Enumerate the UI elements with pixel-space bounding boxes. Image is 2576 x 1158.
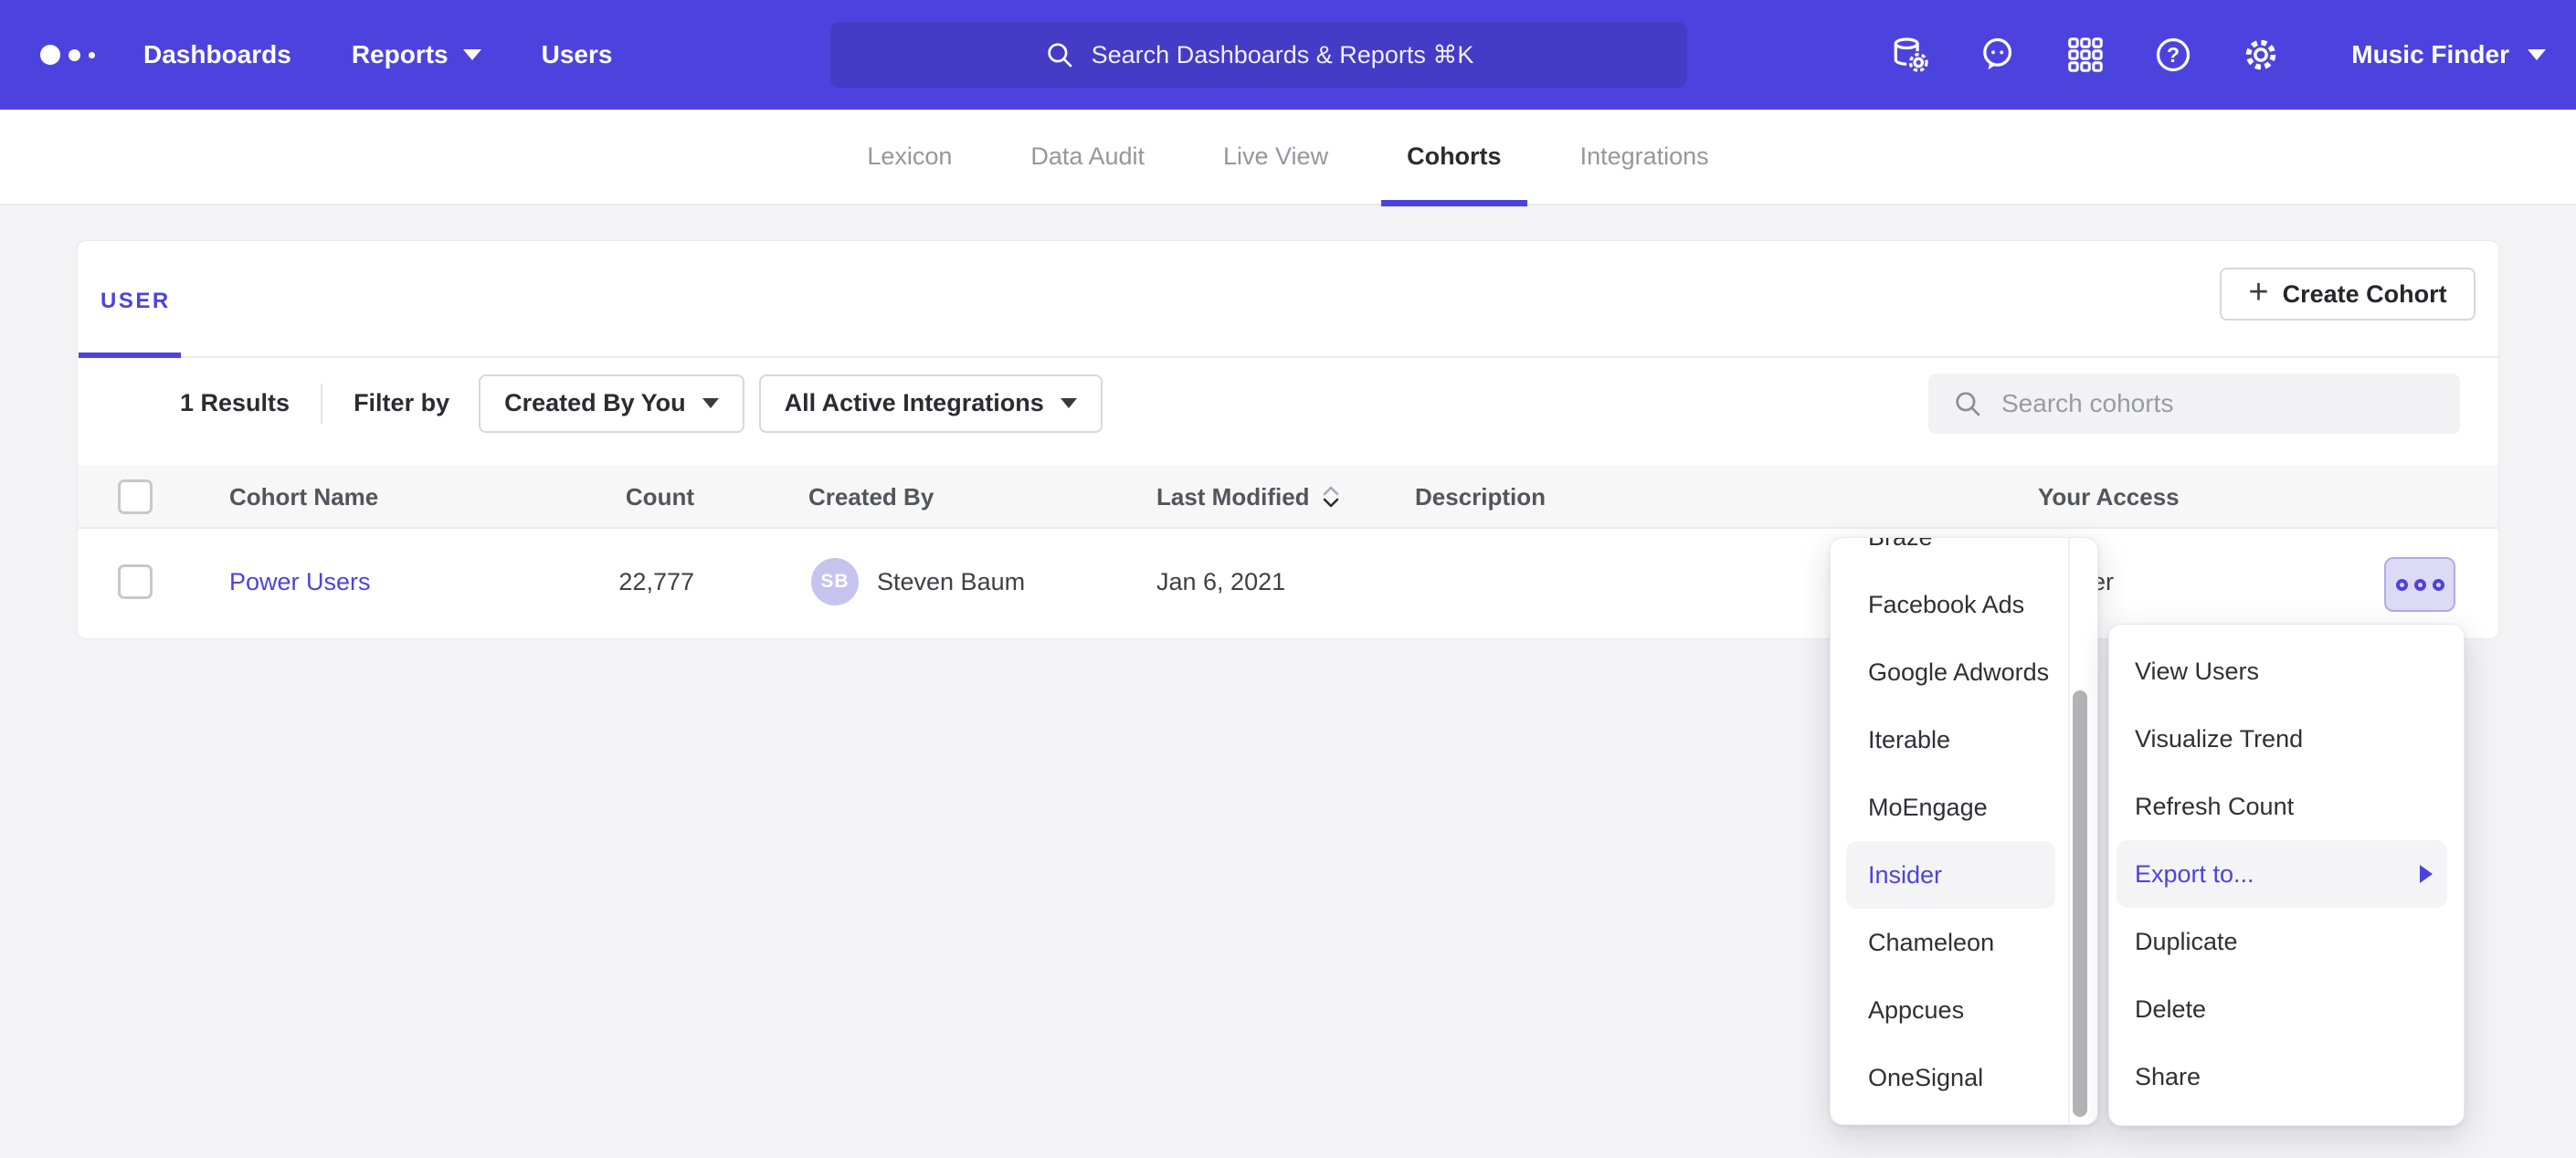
cohort-search-input[interactable] [2001,389,2403,418]
help-icon[interactable]: ? [2152,34,2194,76]
row-actions-button[interactable] [2384,557,2455,612]
menu-item-duplicate[interactable]: Duplicate [2109,908,2464,975]
chevron-down-icon [463,49,481,60]
nav-item-label: Users [542,40,613,69]
table-header: Cohort Name Count Created By Last Modifi… [78,465,2498,529]
settings-gear-icon[interactable] [2240,34,2282,76]
submenu-arrow-icon [2420,865,2433,883]
navbar-actions: ? Music Finder [1889,0,2546,110]
column-header-your-access[interactable]: Your Access [2038,465,2180,529]
submenu-item-appcues[interactable]: Appcues [1831,976,2097,1044]
cohort-count: 22,777 [498,529,694,635]
filter-created-by-dropdown[interactable]: Created By You [479,374,744,433]
global-search-input[interactable]: Search Dashboards & Reports ⌘K [830,22,1687,88]
tab-integrations[interactable]: Integrations [1577,109,1713,205]
project-switcher[interactable]: Music Finder [2351,40,2546,69]
menu-item-export-to[interactable]: Export to... [2117,840,2447,908]
submenu-item-facebook-ads[interactable]: Facebook Ads [1831,571,2097,638]
column-header-created-by[interactable]: Created By [808,465,934,529]
column-header-cohort-name[interactable]: Cohort Name [229,465,378,529]
search-icon [1952,388,1983,419]
top-navbar: Dashboards Reports Users Search Dashboar… [0,0,2576,110]
filter-integrations-dropdown[interactable]: All Active Integrations [759,374,1103,433]
svg-text:?: ? [2167,43,2180,67]
chevron-down-icon [1061,398,1077,408]
export-submenu-list: Braze Facebook Ads Google Adwords Iterab… [1831,537,2097,1111]
submenu-item-insider[interactable]: Insider [1846,841,2055,909]
chevron-down-icon [2528,49,2546,60]
submenu-item-iterable[interactable]: Iterable [1831,706,2097,774]
submenu-item-chameleon[interactable]: Chameleon [1831,909,2097,976]
column-header-count[interactable]: Count [498,465,694,529]
created-by-name: Steven Baum [877,529,1025,635]
last-modified-date: Jan 6, 2021 [1156,529,1285,635]
submenu-item-braze[interactable]: Braze [1831,537,2097,571]
submenu-item-moengage[interactable]: MoEngage [1831,774,2097,841]
project-name: Music Finder [2351,40,2509,69]
chat-icon[interactable] [1977,34,2019,76]
table-row: Power Users 22,777 SB Steven Baum Jan 6,… [78,529,2498,635]
table-toolbar: 1 Results Filter by Created By You All A… [78,358,2498,448]
column-header-last-modified[interactable]: Last Modified [1156,465,1341,529]
scrollbar-track [2068,538,2070,1124]
apps-grid-icon[interactable] [2064,34,2106,76]
results-count: 1 Results [180,389,290,417]
menu-item-view-users[interactable]: View Users [2109,637,2464,705]
cohorts-panel: USER + Create Cohort 1 Results Filter by… [77,240,2499,639]
tab-user-cohorts[interactable]: USER [100,289,171,314]
row-checkbox[interactable] [118,564,153,599]
row-actions-menu: View Users Visualize Trend Refresh Count… [2108,624,2465,1126]
avatar: SB [811,558,859,605]
cohort-name-link[interactable]: Power Users [229,568,371,596]
submenu-item-onesignal[interactable]: OneSignal [1831,1044,2097,1111]
page: Dashboards Reports Users Search Dashboar… [0,0,2576,1158]
menu-item-refresh-count[interactable]: Refresh Count [2109,773,2464,840]
global-search-placeholder: Search Dashboards & Reports ⌘K [1092,41,1474,69]
data-management-icon[interactable] [1889,34,1931,76]
tab-live-view[interactable]: Live View [1219,109,1332,205]
panel-header: USER + Create Cohort [78,241,2498,358]
cohort-search-box [1928,374,2460,434]
tab-lexicon[interactable]: Lexicon [863,109,955,205]
select-all-checkbox[interactable] [118,479,153,514]
filter-by-label: Filter by [354,389,449,417]
nav-item-users[interactable]: Users [542,40,613,69]
sort-icon [1321,483,1341,511]
nav-item-label: Dashboards [143,40,291,69]
search-icon [1044,39,1075,70]
nav-item-label: Reports [352,40,449,69]
tab-cohorts[interactable]: Cohorts [1403,109,1505,205]
plus-icon: + [2248,275,2268,310]
submenu-item-google-adwords[interactable]: Google Adwords [1831,638,2097,706]
chevron-down-icon [702,398,719,408]
export-submenu: Braze Facebook Ads Google Adwords Iterab… [1830,537,2098,1125]
mixpanel-logo-icon[interactable] [40,0,95,110]
menu-item-visualize-trend[interactable]: Visualize Trend [2109,705,2464,773]
nav-item-reports[interactable]: Reports [352,40,481,69]
menu-item-delete[interactable]: Delete [2109,975,2464,1043]
scrollbar-thumb[interactable] [2073,690,2087,1117]
tab-data-audit[interactable]: Data Audit [1027,109,1148,205]
secondary-nav: Lexicon Data Audit Live View Cohorts Int… [0,110,2576,205]
divider [321,384,322,424]
primary-nav: Dashboards Reports Users [143,0,612,110]
menu-item-share[interactable]: Share [2109,1043,2464,1111]
column-header-description[interactable]: Description [1415,465,1546,529]
nav-item-dashboards[interactable]: Dashboards [143,40,291,69]
create-cohort-button[interactable]: + Create Cohort [2220,268,2476,321]
